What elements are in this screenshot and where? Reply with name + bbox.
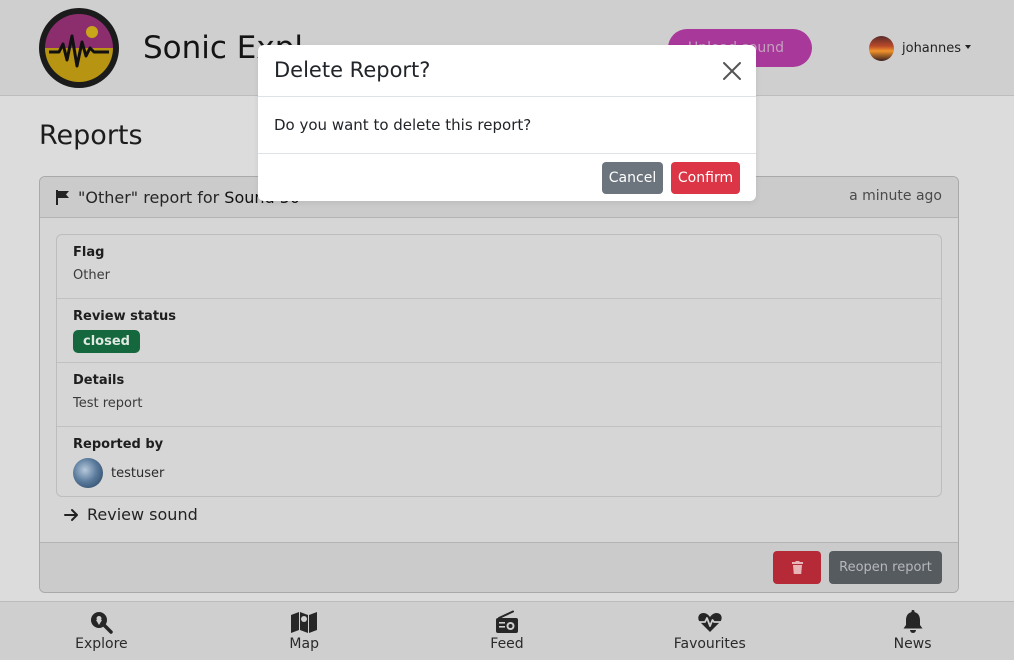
flag-value: Other [73, 268, 110, 283]
details-value: Test report [73, 396, 143, 411]
review-sound-link[interactable]: Review sound [64, 505, 198, 524]
status-badge: closed [73, 330, 140, 353]
map-icon [291, 612, 318, 633]
dialog-header: Delete Report? [258, 45, 756, 97]
caret-down-icon [965, 44, 972, 49]
logo-icon [45, 14, 113, 82]
trash-icon [791, 561, 803, 574]
dialog-body: Do you want to delete this report? [258, 97, 756, 154]
reported-by-label: Reported by [73, 437, 164, 452]
dialog-title: Delete Report? [274, 58, 431, 82]
username: johannes [902, 40, 962, 56]
bottom-nav: Explore Map Feed Favourites News [0, 601, 1014, 660]
details-label: Details [73, 373, 125, 388]
nav-label-map: Map [289, 636, 319, 652]
list-item-details: Details Test report [57, 363, 941, 427]
review-sound-label: Review sound [87, 505, 198, 524]
list-item-status: Review status closed [57, 299, 941, 363]
report-card-footer: Reopen report [40, 542, 958, 592]
nav-item-feed[interactable]: Feed [406, 602, 609, 660]
flag-label: Flag [73, 245, 105, 260]
user-avatar [869, 35, 894, 61]
cancel-button[interactable]: Cancel [602, 162, 663, 194]
search-location-icon [91, 612, 114, 634]
nav-label-explore: Explore [75, 636, 128, 652]
nav-label-news: News [893, 636, 932, 652]
nav-label-feed: Feed [490, 636, 524, 652]
status-label: Review status [73, 309, 177, 324]
page-title: Reports [39, 120, 143, 151]
reporter-name: testuser [111, 465, 165, 481]
dialog-footer: Cancel Confirm [258, 154, 756, 201]
reopen-report-button[interactable]: Reopen report [829, 551, 942, 584]
radio-icon [495, 610, 518, 633]
nav-label-favourites: Favourites [673, 636, 746, 652]
nav-item-favourites[interactable]: Favourites [608, 602, 811, 660]
flag-icon [56, 190, 70, 209]
close-icon[interactable] [722, 61, 742, 81]
user-menu[interactable]: johannes [869, 35, 972, 61]
nav-item-map[interactable]: Map [203, 602, 406, 660]
list-item-flag: Flag Other [57, 235, 941, 299]
nav-item-explore[interactable]: Explore [0, 602, 203, 660]
confirm-button[interactable]: Confirm [671, 162, 740, 194]
logo[interactable] [39, 8, 119, 88]
report-heading-prefix: "Other" report for [78, 188, 225, 207]
delete-report-button[interactable] [773, 551, 821, 584]
heartbeat-icon [698, 613, 722, 632]
arrow-right-icon [64, 508, 78, 521]
report-details-list: Flag Other Review status closed Details … [56, 234, 942, 497]
list-item-reporter: Reported by testuser [57, 427, 941, 496]
report-card: "Other" report for Sound 50 a minute ago… [39, 176, 959, 593]
avatar [73, 458, 103, 488]
report-time: a minute ago [849, 188, 942, 204]
reporter[interactable]: testuser [73, 458, 925, 488]
delete-report-dialog: Delete Report? Do you want to delete thi… [258, 45, 756, 201]
bell-icon [903, 610, 923, 633]
nav-item-news[interactable]: News [811, 602, 1014, 660]
